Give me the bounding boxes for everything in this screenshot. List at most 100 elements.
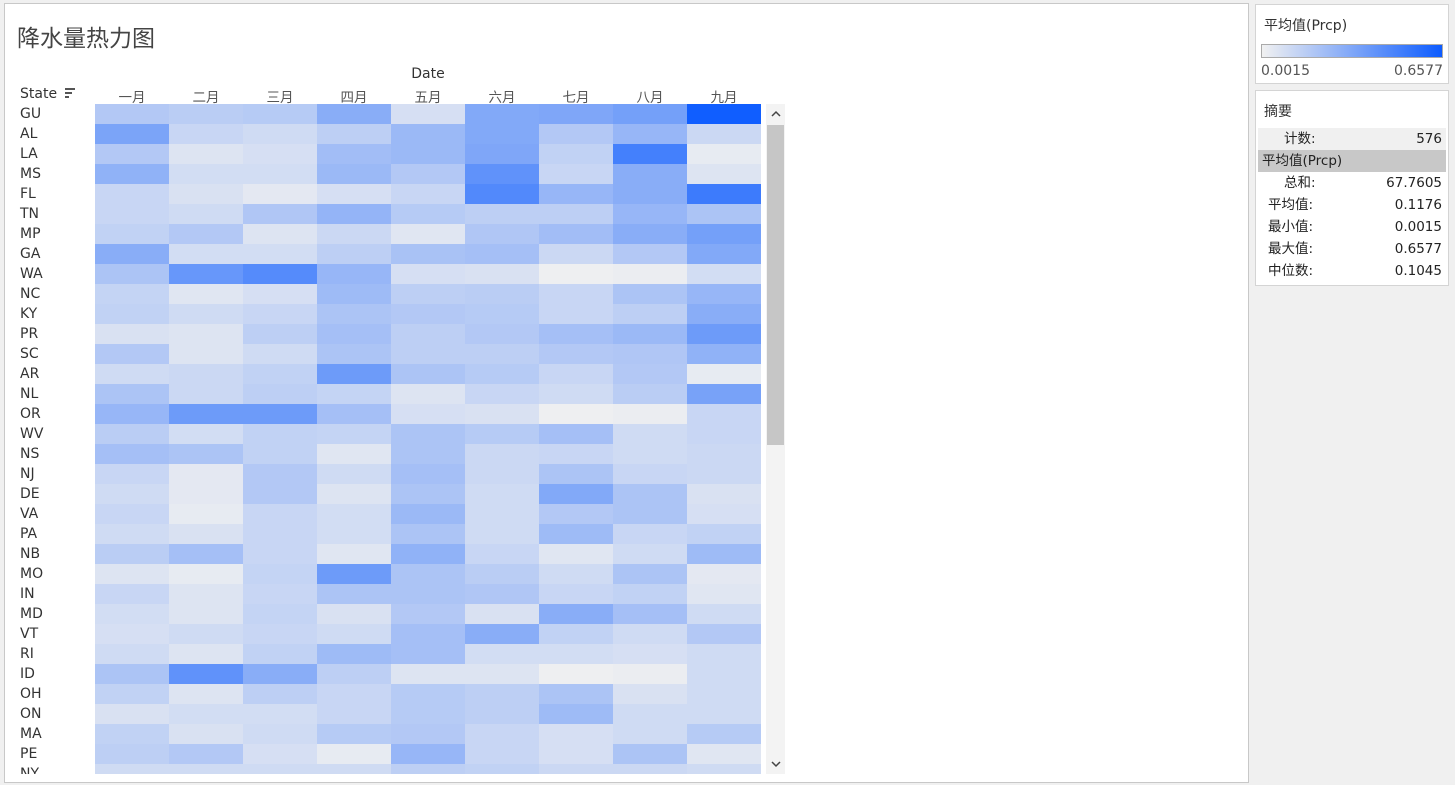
heatmap-cell[interactable] [169, 684, 243, 704]
heatmap-cell[interactable] [391, 624, 465, 644]
heatmap-cell[interactable] [687, 184, 761, 204]
heatmap-cell[interactable] [95, 564, 169, 584]
heatmap-cell[interactable] [687, 744, 761, 764]
heatmap-cell[interactable] [539, 664, 613, 684]
heatmap-cell[interactable] [687, 224, 761, 244]
heatmap-cell[interactable] [243, 444, 317, 464]
heatmap-cell[interactable] [687, 664, 761, 684]
heatmap-cell[interactable] [169, 424, 243, 444]
heatmap-cell[interactable] [95, 184, 169, 204]
heatmap-cell[interactable] [465, 544, 539, 564]
heatmap-cell[interactable] [687, 624, 761, 644]
heatmap-cell[interactable] [243, 504, 317, 524]
heatmap-cell[interactable] [95, 144, 169, 164]
heatmap-cell[interactable] [95, 204, 169, 224]
heatmap-cell[interactable] [169, 644, 243, 664]
heatmap-cell[interactable] [687, 484, 761, 504]
heatmap-cell[interactable] [243, 244, 317, 264]
heatmap-cell[interactable] [613, 164, 687, 184]
heatmap-cell[interactable] [95, 404, 169, 424]
heatmap-cell[interactable] [95, 604, 169, 624]
heatmap-cell[interactable] [613, 604, 687, 624]
heatmap-cell[interactable] [687, 324, 761, 344]
heatmap-cell[interactable] [317, 604, 391, 624]
heatmap-cell[interactable] [539, 424, 613, 444]
heatmap-cell[interactable] [687, 264, 761, 284]
heatmap-cell[interactable] [95, 364, 169, 384]
heatmap-cell[interactable] [613, 584, 687, 604]
heatmap-cell[interactable] [687, 364, 761, 384]
heatmap-cell[interactable] [465, 524, 539, 544]
heatmap-cell[interactable] [465, 564, 539, 584]
heatmap-cell[interactable] [169, 364, 243, 384]
heatmap-cell[interactable] [613, 544, 687, 564]
heatmap-cell[interactable] [613, 564, 687, 584]
heatmap-cell[interactable] [613, 124, 687, 144]
heatmap-cell[interactable] [317, 364, 391, 384]
heatmap-cell[interactable] [243, 544, 317, 564]
heatmap-cell[interactable] [465, 624, 539, 644]
heatmap-cell[interactable] [613, 204, 687, 224]
heatmap-cell[interactable] [613, 104, 687, 124]
heatmap-cell[interactable] [243, 344, 317, 364]
heatmap-cell[interactable] [539, 284, 613, 304]
heatmap-cell[interactable] [391, 204, 465, 224]
heatmap-cell[interactable] [687, 644, 761, 664]
heatmap-cell[interactable] [687, 504, 761, 524]
heatmap-cell[interactable] [317, 144, 391, 164]
heatmap-cell[interactable] [391, 384, 465, 404]
heatmap-cell[interactable] [169, 164, 243, 184]
heatmap-cell[interactable] [687, 584, 761, 604]
heatmap-cell[interactable] [169, 624, 243, 644]
heatmap-cell[interactable] [539, 184, 613, 204]
heatmap-cell[interactable] [391, 584, 465, 604]
heatmap-cell[interactable] [317, 444, 391, 464]
heatmap-cell[interactable] [317, 764, 391, 774]
heatmap-cell[interactable] [613, 504, 687, 524]
heatmap-cell[interactable] [169, 504, 243, 524]
heatmap-cell[interactable] [317, 384, 391, 404]
heatmap-cell[interactable] [391, 324, 465, 344]
heatmap-cell[interactable] [465, 164, 539, 184]
heatmap-cell[interactable] [243, 704, 317, 724]
heatmap-cell[interactable] [539, 364, 613, 384]
heatmap-cell[interactable] [613, 744, 687, 764]
heatmap-cell[interactable] [243, 144, 317, 164]
heatmap-cell[interactable] [317, 564, 391, 584]
heatmap-cell[interactable] [539, 264, 613, 284]
heatmap-cell[interactable] [613, 484, 687, 504]
heatmap-cell[interactable] [465, 504, 539, 524]
heatmap-cell[interactable] [465, 384, 539, 404]
heatmap-cell[interactable] [95, 284, 169, 304]
heatmap-cell[interactable] [243, 484, 317, 504]
heatmap-cell[interactable] [169, 264, 243, 284]
heatmap-cell[interactable] [317, 724, 391, 744]
heatmap-cell[interactable] [687, 524, 761, 544]
heatmap-cell[interactable] [391, 524, 465, 544]
heatmap-cell[interactable] [539, 644, 613, 664]
heatmap-cell[interactable] [95, 384, 169, 404]
heatmap-cell[interactable] [465, 204, 539, 224]
heatmap-cell[interactable] [687, 564, 761, 584]
heatmap-cell[interactable] [95, 464, 169, 484]
heatmap-cell[interactable] [613, 324, 687, 344]
heatmap-cell[interactable] [613, 224, 687, 244]
heatmap-cell[interactable] [687, 124, 761, 144]
heatmap-cell[interactable] [539, 624, 613, 644]
heatmap-cell[interactable] [465, 684, 539, 704]
heatmap-cell[interactable] [243, 764, 317, 774]
heatmap-cell[interactable] [465, 344, 539, 364]
heatmap-cell[interactable] [243, 224, 317, 244]
heatmap-cell[interactable] [243, 404, 317, 424]
heatmap-cell[interactable] [391, 344, 465, 364]
heatmap-cell[interactable] [243, 164, 317, 184]
heatmap-cell[interactable] [243, 384, 317, 404]
heatmap-cell[interactable] [95, 244, 169, 264]
heatmap-cell[interactable] [95, 524, 169, 544]
heatmap-cell[interactable] [391, 364, 465, 384]
heatmap-cell[interactable] [687, 204, 761, 224]
heatmap-cell[interactable] [95, 724, 169, 744]
heatmap-cell[interactable] [613, 284, 687, 304]
heatmap-cell[interactable] [169, 204, 243, 224]
heatmap-cell[interactable] [465, 144, 539, 164]
